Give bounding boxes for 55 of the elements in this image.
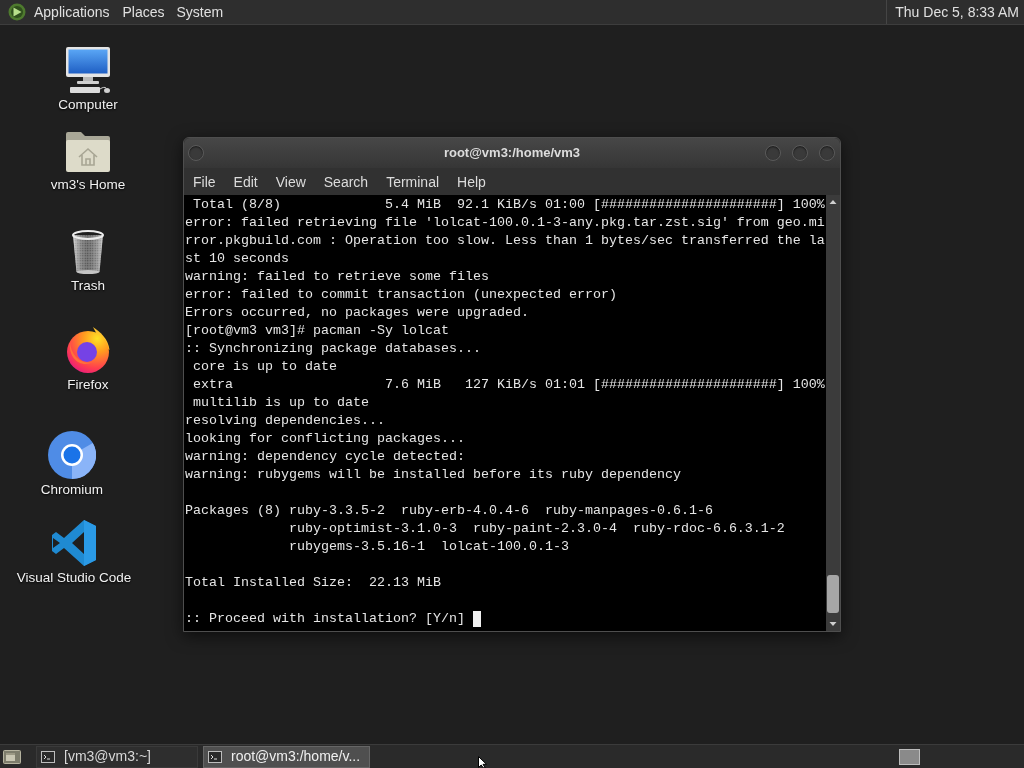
terminal-prompt: :: Proceed with installation? [Y/n] xyxy=(185,610,465,628)
firefox-logo-icon xyxy=(64,326,112,374)
desktop-shortcut[interactable]: Visual Studio Code xyxy=(9,519,139,586)
terminal-line: error: failed retrieving file 'lolcat-100.0.1-3-any.pkg.tar.zst.sig' from geo.mi xyxy=(185,215,825,230)
menu-item[interactable]: Help xyxy=(448,168,495,195)
menu-item[interactable]: View xyxy=(266,168,315,195)
taskbar-task[interactable]: [vm3@vm3:~] xyxy=(36,745,198,768)
terminal-line: extra 7.6 MiB 127 KiB/s 01:01 [######################] 100% xyxy=(192,377,825,392)
scroll-thumb[interactable] xyxy=(827,575,839,613)
terminal-line: core is up to date xyxy=(192,359,337,374)
terminal-line: warning: rubygems will be installed before its ruby dependency xyxy=(185,467,681,482)
workspace-switcher[interactable] xyxy=(899,748,920,765)
menu-item[interactable]: Edit xyxy=(224,168,267,195)
window-title: root@vm3:/home/vm3 xyxy=(443,145,581,161)
desktop-shortcut[interactable]: vm3's Home xyxy=(23,126,153,193)
panel-menu[interactable]: Applications xyxy=(0,0,117,24)
terminal-line: Errors occurred, no packages were upgraded. xyxy=(185,305,529,320)
terminal-line: looking for conflicting packages... xyxy=(185,431,465,446)
close-button[interactable] xyxy=(819,145,835,161)
terminal-line: [root@vm3 vm3]# pacman -Sy lolcat xyxy=(185,323,449,338)
terminal-line: rror.pkgbuild.com : Operation too slow. Less than 1 bytes/sec transferred the la xyxy=(185,233,825,248)
panel-clock[interactable]: Thu Dec 5, 8:33 AM xyxy=(886,0,1024,24)
terminal-line: error: failed to commit transaction (unexpected error) xyxy=(185,287,617,302)
menu-item[interactable]: File xyxy=(184,168,225,195)
maximize-button[interactable] xyxy=(792,145,808,161)
terminal-line: :: Synchronizing package databases... xyxy=(185,341,481,356)
mouse-pointer-icon xyxy=(478,756,488,768)
terminal-line: rubygems-3.5.16-1 lolcat-100.0.1-3 xyxy=(287,539,569,554)
terminal-line: resolving dependencies... xyxy=(185,413,385,428)
terminal-line: ruby-optimist-3.1.0-3 ruby-paint-2.3.0-4 ruby-rdoc-6.6.3.1-2 xyxy=(287,521,785,536)
chromium-logo-icon xyxy=(48,431,96,479)
computer-icon xyxy=(64,46,112,94)
desktop-shortcut[interactable]: Firefox xyxy=(23,326,153,393)
panel-menu[interactable]: System xyxy=(170,0,230,24)
terminal-line: st 10 seconds xyxy=(185,251,289,266)
terminal-line: warning: dependency cycle detected: xyxy=(185,449,465,464)
terminal-line: warning: failed to retrieve some files xyxy=(185,269,489,284)
vscode-logo-icon xyxy=(50,519,98,567)
terminal-icon xyxy=(208,750,222,763)
play-circle-icon xyxy=(8,3,26,21)
taskbar-task[interactable]: root@vm3:/home/v... xyxy=(203,745,370,768)
desktop-shortcut[interactable]: Computer xyxy=(23,46,153,113)
desktop-icon xyxy=(3,748,21,765)
window-menu-button[interactable] xyxy=(188,145,204,161)
terminal-line: Total (8/8) 5.4 MiB 92.1 KiB/s 01:00 [######################] 100% xyxy=(192,197,825,212)
desktop-shortcut[interactable]: Chromium xyxy=(7,431,137,498)
minimize-button[interactable] xyxy=(765,145,781,161)
panel-menu[interactable]: Places xyxy=(116,0,171,24)
desktop-shortcut[interactable]: Trash xyxy=(23,227,153,294)
terminal-icon xyxy=(41,750,55,763)
terminal-line: multilib is up to date xyxy=(192,395,369,410)
menu-item[interactable]: Search xyxy=(314,168,378,195)
terminal-line: Total Installed Size: 22.13 MiB xyxy=(185,575,441,590)
terminal-line: Packages (8) ruby-3.3.5-2 ruby-erb-4.0.4-6 ruby-manpages-0.6.1-6 xyxy=(185,503,713,518)
menu-item[interactable]: Terminal xyxy=(377,168,449,195)
